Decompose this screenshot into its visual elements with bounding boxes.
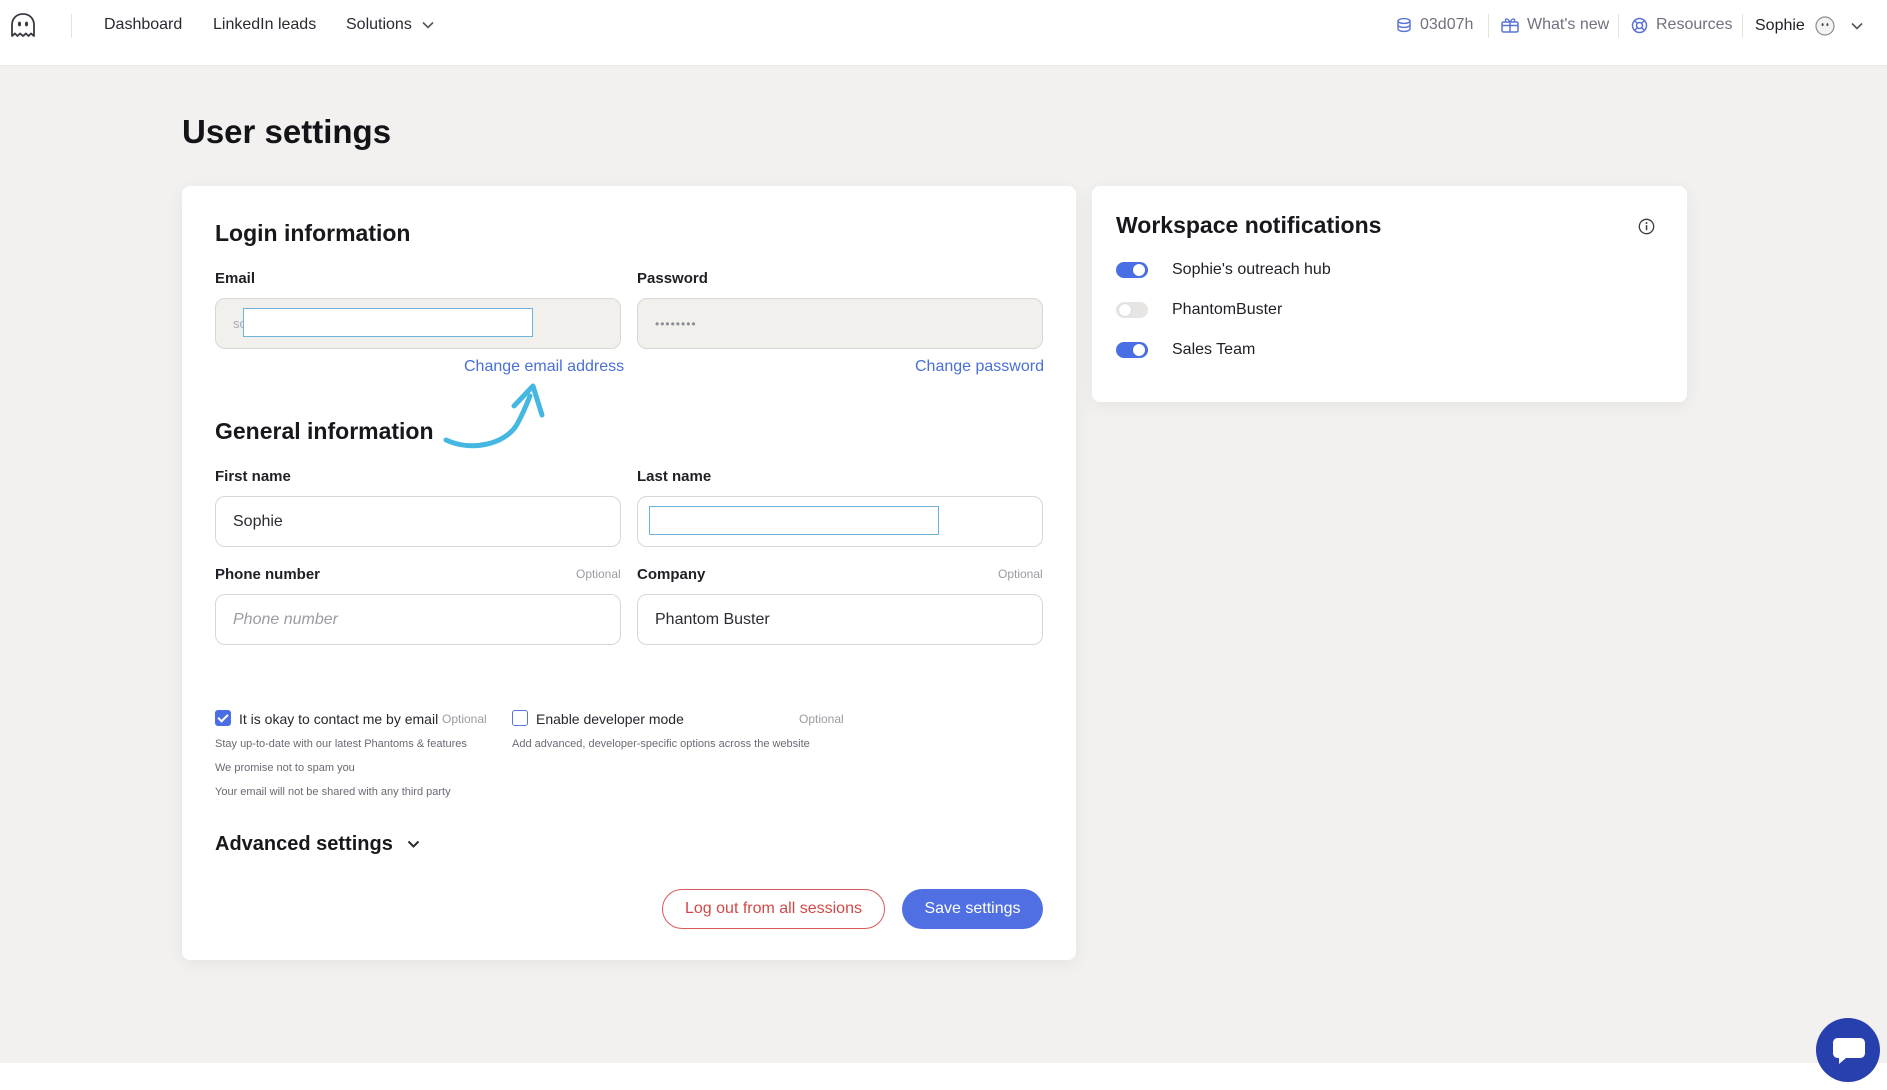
resources-label: Resources: [1656, 16, 1733, 33]
general-information-heading: General information: [215, 418, 434, 444]
workspace-notifications-heading: Workspace notifications: [1116, 212, 1382, 238]
gift-icon: [1501, 18, 1519, 33]
change-password-link[interactable]: Change password: [915, 358, 1044, 376]
password-label: Password: [637, 270, 708, 287]
coins-icon: [1397, 17, 1411, 33]
save-settings-button[interactable]: Save settings: [902, 889, 1043, 929]
company-value: Phantom Buster: [655, 610, 770, 628]
login-information-heading: Login information: [215, 220, 411, 246]
advanced-settings-toggle[interactable]: Advanced settings: [215, 833, 420, 856]
first-name-label: First name: [215, 468, 291, 485]
first-name-field[interactable]: Sophie: [215, 496, 621, 547]
phone-number-field[interactable]: Phone number: [215, 594, 621, 645]
toggle-knob: [1133, 344, 1145, 356]
developer-mode-checkbox[interactable]: [512, 710, 528, 726]
page-title: User settings: [182, 113, 392, 150]
nav-solutions-dropdown[interactable]: Solutions: [346, 16, 434, 34]
last-name-redaction-box: [649, 506, 939, 535]
nav-divider: [1618, 14, 1619, 38]
top-navigation-bar: Dashboard LinkedIn leads Solutions 03d07…: [0, 0, 1887, 66]
last-name-label: Last name: [637, 468, 712, 485]
user-name: Sophie: [1755, 17, 1805, 34]
notification-label: PhantomBuster: [1172, 301, 1283, 318]
notification-label: Sales Team: [1172, 341, 1256, 358]
lifebuoy-icon: [1631, 17, 1648, 33]
developer-mode-label[interactable]: Enable developer mode: [536, 711, 684, 727]
chat-icon: [1833, 1038, 1865, 1064]
trial-time-remaining[interactable]: 03d07h: [1396, 16, 1473, 34]
email-label: Email: [215, 270, 256, 287]
password-field[interactable]: ••••••••: [637, 298, 1043, 349]
user-menu[interactable]: Sophie: [1755, 16, 1863, 36]
notification-toggle-sophies-outreach-hub[interactable]: [1116, 262, 1148, 278]
nav-solutions-label: Solutions: [346, 16, 412, 33]
nav-link-dashboard[interactable]: Dashboard: [104, 16, 182, 34]
chat-launcher-button[interactable]: [1816, 1018, 1880, 1082]
contact-by-email-checkbox[interactable]: [215, 710, 231, 726]
workspace-notifications-card: Workspace notifications Sophie's outreac…: [1092, 186, 1687, 402]
email-redaction-box: [243, 308, 533, 337]
notification-toggle-sales-team[interactable]: [1116, 342, 1148, 358]
annotation-arrow-icon: [443, 383, 545, 449]
page-footer: [0, 1063, 1887, 1090]
phone-placeholder: Phone number: [233, 610, 338, 628]
contact-by-email-label[interactable]: It is okay to contact me by email: [239, 711, 438, 727]
info-icon[interactable]: [1638, 218, 1655, 235]
nav-divider: [71, 14, 72, 38]
change-email-link[interactable]: Change email address: [464, 358, 624, 376]
contact-note: Stay up-to-date with our latest Phantoms…: [215, 738, 467, 750]
company-field[interactable]: Phantom Buster: [637, 594, 1043, 645]
ghost-avatar-icon: [1815, 16, 1835, 36]
logout-all-sessions-button[interactable]: Log out from all sessions: [662, 889, 885, 929]
phone-optional-tag: Optional: [576, 567, 621, 581]
notification-toggle-phantombuster[interactable]: [1116, 302, 1148, 318]
time-remaining-text: 03d07h: [1420, 16, 1474, 33]
nav-divider: [1488, 14, 1489, 38]
whats-new-label: What's new: [1527, 16, 1610, 33]
developer-optional-tag: Optional: [799, 712, 844, 726]
contact-note: Your email will not be shared with any t…: [215, 786, 451, 798]
notification-label: Sophie's outreach hub: [1172, 261, 1331, 278]
first-name-value: Sophie: [233, 512, 283, 530]
company-label: Company: [637, 566, 706, 583]
contact-optional-tag: Optional: [442, 712, 487, 726]
user-settings-card: Login information Email so Password ••••…: [182, 186, 1076, 960]
whats-new-link[interactable]: What's new: [1501, 16, 1609, 34]
company-optional-tag: Optional: [998, 567, 1043, 581]
resources-link[interactable]: Resources: [1631, 16, 1732, 34]
contact-note: We promise not to spam you: [215, 762, 355, 774]
advanced-settings-heading: Advanced settings: [215, 833, 393, 855]
chevron-down-icon: [1851, 22, 1863, 30]
developer-mode-note: Add advanced, developer-specific options…: [512, 738, 810, 750]
nav-link-linkedin-leads[interactable]: LinkedIn leads: [213, 16, 316, 34]
toggle-knob: [1119, 304, 1131, 316]
chevron-down-icon: [407, 840, 420, 848]
nav-divider: [1742, 14, 1743, 38]
chevron-down-icon: [422, 21, 434, 29]
password-value: ••••••••: [655, 316, 697, 331]
toggle-knob: [1133, 264, 1145, 276]
ghost-logo-icon[interactable]: [9, 12, 37, 40]
phone-number-label: Phone number: [215, 566, 321, 583]
